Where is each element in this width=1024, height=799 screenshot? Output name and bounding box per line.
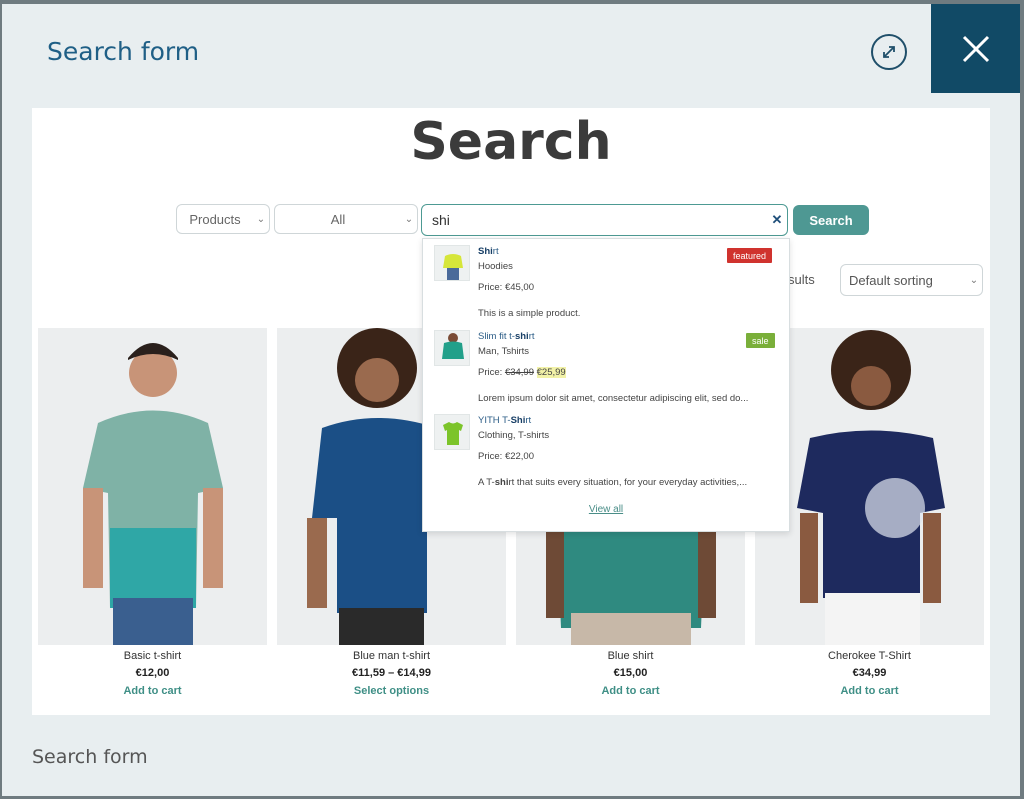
- suggestion-title[interactable]: Slim fit t-shirt: [478, 331, 535, 342]
- suggestion-thumbnail[interactable]: [434, 414, 470, 450]
- suggestion-price: Price: €22,00: [478, 451, 534, 462]
- product-price: €12,00: [135, 667, 170, 679]
- product-name[interactable]: Blue man t-shirt: [277, 650, 506, 662]
- product-name[interactable]: Blue shirt: [516, 650, 745, 662]
- suggestion-category: Clothing, T-shirts: [478, 430, 550, 441]
- add-to-cart-button[interactable]: Add to cart: [755, 685, 984, 697]
- chevron-down-icon: ⌄: [256, 213, 266, 225]
- featured-badge: featured: [727, 248, 773, 263]
- suggestion-description: Lorem ipsum dolor sit amet, consectetur …: [478, 393, 749, 404]
- product-price: €34,99: [852, 667, 887, 679]
- suggestion-thumbnail[interactable]: [434, 245, 470, 281]
- post-type-value: Products: [189, 211, 241, 227]
- suggestion-category: Hoodies: [478, 261, 513, 272]
- search-form-modal: Search form Search Products ⌄ All ⌄ ✕ Se…: [2, 4, 1020, 796]
- close-button[interactable]: [931, 4, 1020, 93]
- expand-icon: [883, 46, 895, 58]
- product-price: €11,59 – €14,99: [352, 667, 431, 679]
- product-image[interactable]: [38, 328, 267, 645]
- sale-badge: sale: [746, 333, 775, 348]
- preview-content: Search Products ⌄ All ⌄ ✕ Search sults D…: [32, 108, 990, 715]
- product-name[interactable]: Cherokee T-Shirt: [755, 650, 984, 662]
- view-all-link[interactable]: View all: [423, 504, 789, 515]
- suggestion-description: This is a simple product.: [478, 308, 581, 319]
- suggestion-title[interactable]: Shirt: [478, 246, 499, 257]
- category-select[interactable]: All ⌄: [274, 204, 418, 234]
- suggestion-category: Man, Tshirts: [478, 346, 530, 357]
- suggestion-item[interactable]: Shirt Hoodies Price: €45,00 This is a si…: [423, 239, 789, 323]
- modal-footer-label: Search form: [32, 746, 148, 768]
- add-to-cart-button[interactable]: Add to cart: [516, 685, 745, 697]
- product-card[interactable]: Basic t-shirt €12,00 Add to cart: [38, 328, 267, 697]
- select-options-button[interactable]: Select options: [277, 685, 506, 697]
- search-field[interactable]: ✕: [421, 204, 788, 236]
- suggestion-title[interactable]: YITH T-Shirt: [478, 415, 531, 426]
- expand-button[interactable]: [871, 34, 907, 70]
- post-type-select[interactable]: Products ⌄: [176, 204, 270, 234]
- suggestion-item[interactable]: YITH T-Shirt Clothing, T-shirts Price: €…: [423, 408, 789, 498]
- chevron-down-icon: ⌄: [969, 274, 979, 286]
- search-button[interactable]: Search: [793, 205, 869, 235]
- page-heading: Search: [410, 112, 612, 172]
- suggestion-description: A T-shirt that suits every situation, fo…: [478, 477, 748, 488]
- search-input[interactable]: [430, 211, 767, 229]
- product-price: €15,00: [613, 667, 648, 679]
- autocomplete-dropdown: Shirt Hoodies Price: €45,00 This is a si…: [422, 238, 790, 532]
- product-name[interactable]: Basic t-shirt: [38, 650, 267, 662]
- suggestion-thumbnail[interactable]: [434, 330, 470, 366]
- results-count: sults: [788, 272, 815, 287]
- modal-title: Search form: [47, 37, 200, 66]
- suggestion-price: Price: €45,00: [478, 282, 534, 293]
- sorting-value: Default sorting: [849, 272, 933, 288]
- close-icon: [962, 35, 989, 62]
- sorting-select[interactable]: Default sorting ⌄: [840, 264, 983, 296]
- clear-icon[interactable]: ✕: [767, 212, 787, 228]
- add-to-cart-button[interactable]: Add to cart: [38, 685, 267, 697]
- suggestion-item[interactable]: Slim fit t-shirt Man, Tshirts Price: €34…: [423, 324, 789, 408]
- category-value: All: [330, 211, 346, 227]
- suggestion-price: Price: €34,99 €25,99: [478, 367, 566, 378]
- chevron-down-icon: ⌄: [404, 213, 414, 225]
